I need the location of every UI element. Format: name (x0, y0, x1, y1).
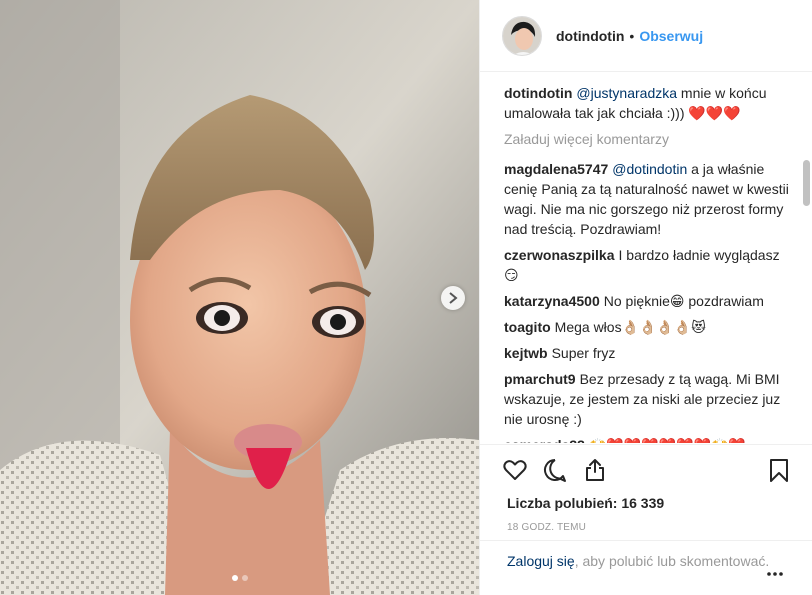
comment-text: Super fryz (551, 345, 616, 361)
comment-text: 🙌❤️❤️❤️❤️❤️❤️🙌❤️ (589, 437, 746, 443)
comment-username[interactable]: esmerada33 (504, 437, 585, 443)
comment-username[interactable]: magdalena5747 (504, 161, 608, 177)
carousel-dot (241, 575, 248, 581)
comment-item: magdalena5747 @dotindotin a ja właśnie ce… (504, 159, 791, 239)
comment-item: toagito Mega włos👌🏼👌🏼👌🏼👌🏼😻 (504, 317, 791, 337)
comment-item: esmerada33 🙌❤️❤️❤️❤️❤️❤️🙌❤️ (504, 435, 791, 443)
avatar-image (503, 16, 541, 55)
comment-item: czerwonaszpilka I bardzo ładnie wyglądasz… (504, 245, 791, 285)
share-button[interactable] (582, 457, 608, 483)
comment-icon (544, 459, 566, 482)
comment-username[interactable]: kejtwb (504, 345, 548, 361)
comment-text: Mega włos👌🏼👌🏼👌🏼👌🏼😻 (554, 319, 706, 335)
post-details-panel: dotindotin • Obserwuj dotindotin @justyna… (479, 0, 812, 595)
comments-scrollbar[interactable] (803, 160, 810, 206)
login-prompt-text: , aby polubić lub skomentować. (574, 553, 770, 569)
save-button[interactable] (766, 457, 792, 483)
share-icon (586, 459, 604, 481)
comment-username[interactable]: pmarchut9 (504, 371, 576, 387)
post-timestamp: 18 godz. temu (507, 522, 587, 533)
comment-button[interactable] (542, 457, 568, 483)
instagram-post: dotindotin • Obserwuj dotindotin @justyna… (0, 0, 812, 595)
comment-username[interactable]: czerwonaszpilka (504, 247, 615, 263)
post-photo[interactable] (0, 0, 479, 595)
comment-mention[interactable]: @dotindotin (612, 161, 687, 177)
header-separator: • (629, 27, 635, 44)
comment-item: katarzyna4500 No pięknie😁 pozdrawiam (504, 291, 791, 311)
caption: dotindotin @justynaradzka mnie w końcu um… (504, 83, 791, 123)
comment-item: pmarchut9 Bez przesady z tą wagą. Mi BMI … (504, 369, 791, 429)
carousel-dot-active (231, 575, 238, 581)
caption-mention[interactable]: @justynaradzka (576, 85, 677, 101)
comment-item: kejtwb Super fryz (504, 343, 791, 363)
login-prompt: Zaloguj się, aby polubić lub skomentować… (480, 540, 812, 595)
comment-text: No pięknie😁 pozdrawiam (603, 293, 764, 309)
author-username[interactable]: dotindotin (556, 28, 624, 44)
carousel-indicator (0, 575, 479, 581)
load-more-comments-button[interactable]: Załaduj więcej komentarzy (504, 129, 791, 149)
comment-username[interactable]: katarzyna4500 (504, 293, 600, 309)
chevron-right-icon (449, 292, 458, 304)
comments-list[interactable]: dotindotin @justynaradzka mnie w końcu um… (480, 73, 812, 443)
follow-button[interactable]: Obserwuj (639, 28, 703, 44)
post-header: dotindotin • Obserwuj (480, 0, 812, 72)
login-link[interactable]: Zaloguj się (507, 553, 575, 569)
caption-username[interactable]: dotindotin (504, 85, 572, 101)
heart-icon (503, 460, 527, 480)
like-button[interactable] (502, 457, 528, 483)
action-icons (502, 457, 802, 485)
avatar[interactable] (502, 15, 542, 56)
comment-username[interactable]: toagito (504, 319, 551, 335)
bookmark-icon (770, 459, 788, 482)
carousel-next-button[interactable] (441, 286, 465, 310)
more-options-button[interactable] (767, 561, 783, 581)
portrait-photo (0, 0, 479, 595)
likes-count[interactable]: Liczba polubień: 16 339 (507, 495, 664, 511)
more-options-icon (767, 572, 783, 576)
